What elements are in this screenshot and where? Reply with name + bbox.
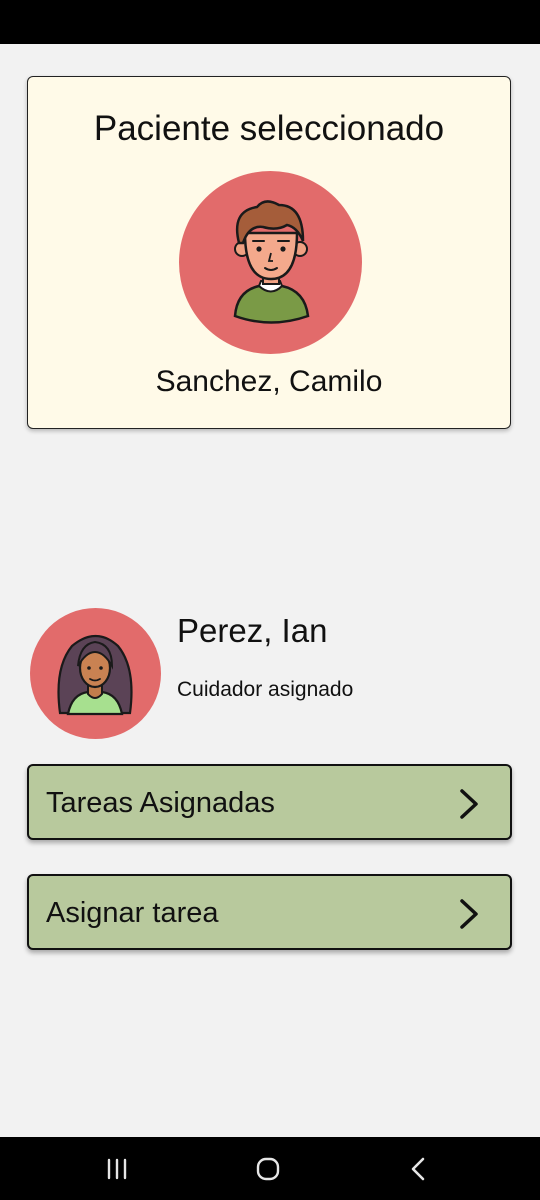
caregiver-avatar	[30, 608, 161, 739]
caregiver-name: Perez, Ian	[177, 612, 328, 649]
assigned-tasks-label: Tareas Asignadas	[46, 787, 275, 819]
status-bar	[0, 0, 540, 44]
chevron-right-icon	[460, 789, 478, 819]
recent-apps-icon[interactable]	[102, 1155, 132, 1183]
home-icon[interactable]	[253, 1155, 283, 1183]
caregiver-role: Cuidador asignado	[177, 678, 354, 701]
boy-avatar-icon	[233, 200, 310, 324]
assign-task-button[interactable]: Asignar tarea	[27, 874, 512, 950]
back-icon[interactable]	[404, 1155, 434, 1183]
selected-patient-card: Paciente seleccionado Sanchez, Camilo	[27, 76, 511, 429]
patient-avatar	[179, 171, 362, 354]
patient-name: Sanchez, Camilo	[155, 365, 383, 398]
chevron-right-icon	[460, 899, 478, 929]
woman-avatar-icon	[57, 634, 133, 716]
assign-task-label: Asignar tarea	[46, 897, 219, 929]
card-title: Paciente seleccionado	[93, 109, 445, 148]
system-navigation-bar	[0, 1137, 540, 1200]
assigned-tasks-button[interactable]: Tareas Asignadas	[27, 764, 512, 840]
